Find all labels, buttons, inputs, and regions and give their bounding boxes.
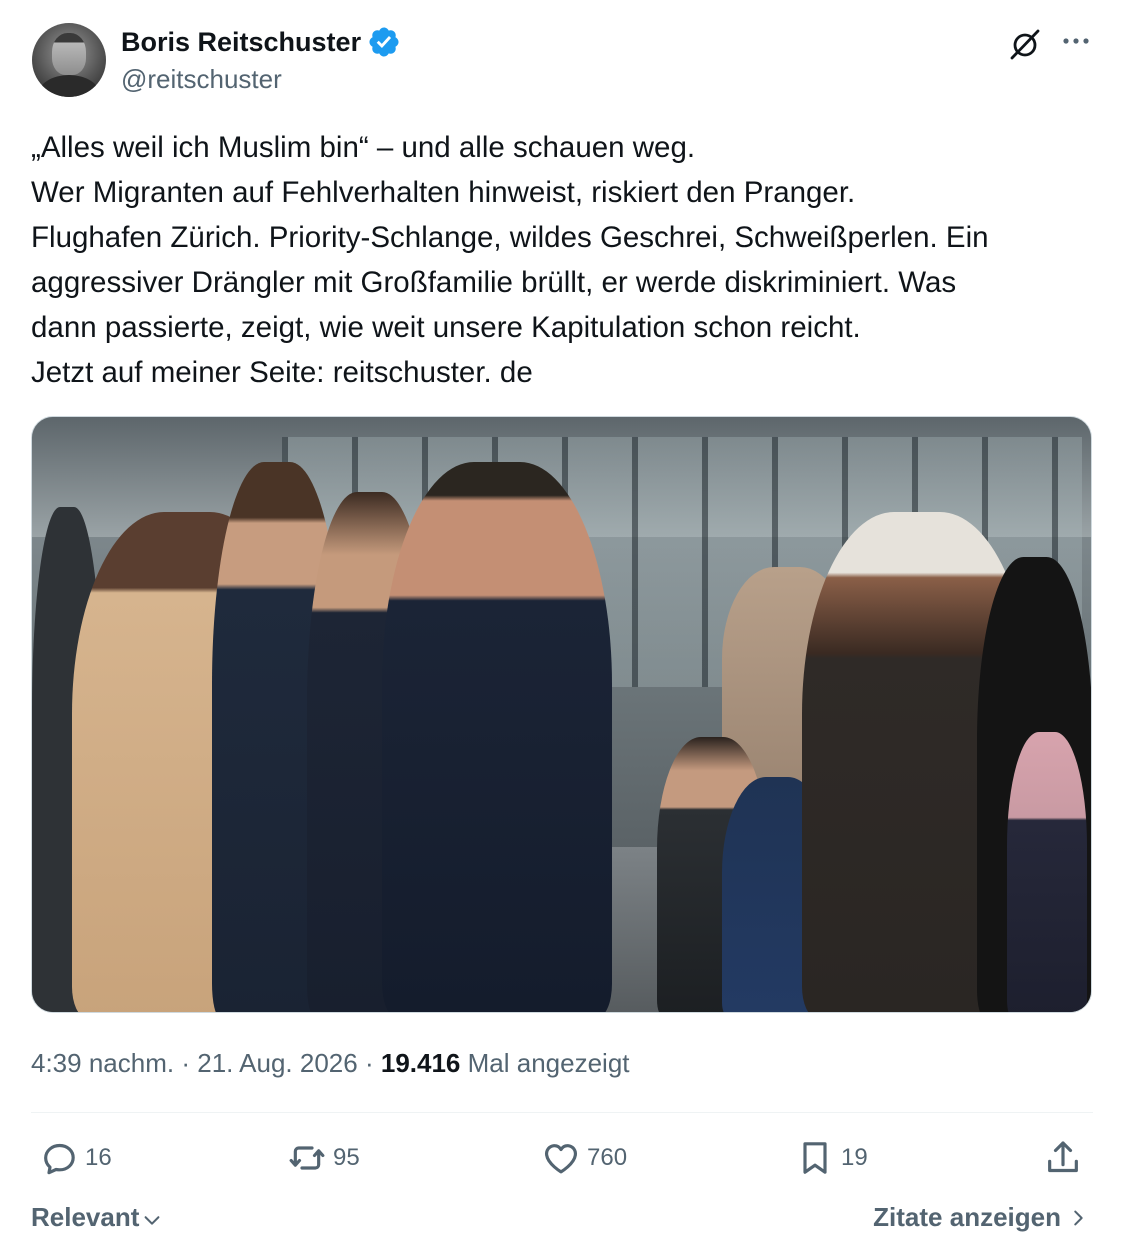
avatar-body [38,75,100,97]
verified-badge-icon [369,27,399,57]
author-display-name[interactable]: Boris Reitschuster [121,26,361,58]
image-figure-officer [382,462,612,1012]
avatar-head [52,33,86,75]
author-handle[interactable]: @reitschuster [121,64,282,94]
reply-icon [44,1143,75,1175]
quotes-label: Zitate anzeigen [873,1202,1061,1232]
tweet-text: „Alles weil ich Muslim bin“ – und alle s… [31,125,1101,395]
retweet-count: 95 [333,1144,360,1171]
views-count: 19.416 [380,1048,461,1078]
bookmark-count: 19 [841,1144,868,1171]
reply-button[interactable]: 16 [39,1138,112,1178]
tweet-line: aggressiver Drängler mit Großfamilie brü… [31,266,957,299]
bookmark-icon [803,1142,827,1174]
author-name-row[interactable]: Boris Reitschuster [121,25,401,59]
view-quotes-link[interactable]: Zitate anzeigen [873,1202,1089,1233]
sort-replies-dropdown[interactable]: Relevant [31,1202,163,1233]
tweet-line: Jetzt auf meiner Seite: reitschuster. de [31,356,533,389]
like-icon [545,1144,577,1174]
chevron-down-icon [144,1215,160,1225]
bookmark-button[interactable]: 19 [795,1138,868,1178]
tweet-time[interactable]: 4:39 nachm. [31,1048,174,1078]
tweet-media-image[interactable] [31,416,1092,1013]
like-count: 760 [587,1144,628,1171]
reply-count: 16 [85,1144,112,1171]
like-button[interactable]: 760 [541,1138,627,1178]
views-label: Mal angezeigt [467,1048,630,1078]
tweet-date[interactable]: 21. Aug. 2026 [197,1048,357,1078]
tweet-line: „Alles weil ich Muslim bin“ – und alle s… [31,131,696,164]
share-button[interactable] [1043,1138,1083,1178]
meta-separator: · [364,1048,374,1078]
tweet-line: Wer Migranten auf Fehlverhalten hinweist… [31,176,856,209]
retweet-icon [289,1146,325,1170]
retweet-button[interactable]: 95 [287,1138,360,1178]
sort-label: Relevant [31,1202,140,1232]
more-icon[interactable] [1058,26,1094,62]
author-avatar[interactable] [32,23,106,97]
meta-separator: · [181,1048,190,1078]
tweet-line: dann passierte, zeigt, wie weit unsere K… [31,311,861,344]
share-icon [1048,1141,1078,1173]
grok-icon[interactable] [1007,26,1043,62]
chevron-right-icon [1074,1210,1083,1225]
divider [31,1112,1093,1113]
tweet-line: Flughafen Zürich. Priority-Schlange, wil… [31,221,989,254]
image-figure-girl-pink [1007,732,1087,1012]
tweet-meta: 4:39 nachm. · 21. Aug. 2026 · 19.416 Mal… [31,1046,630,1080]
